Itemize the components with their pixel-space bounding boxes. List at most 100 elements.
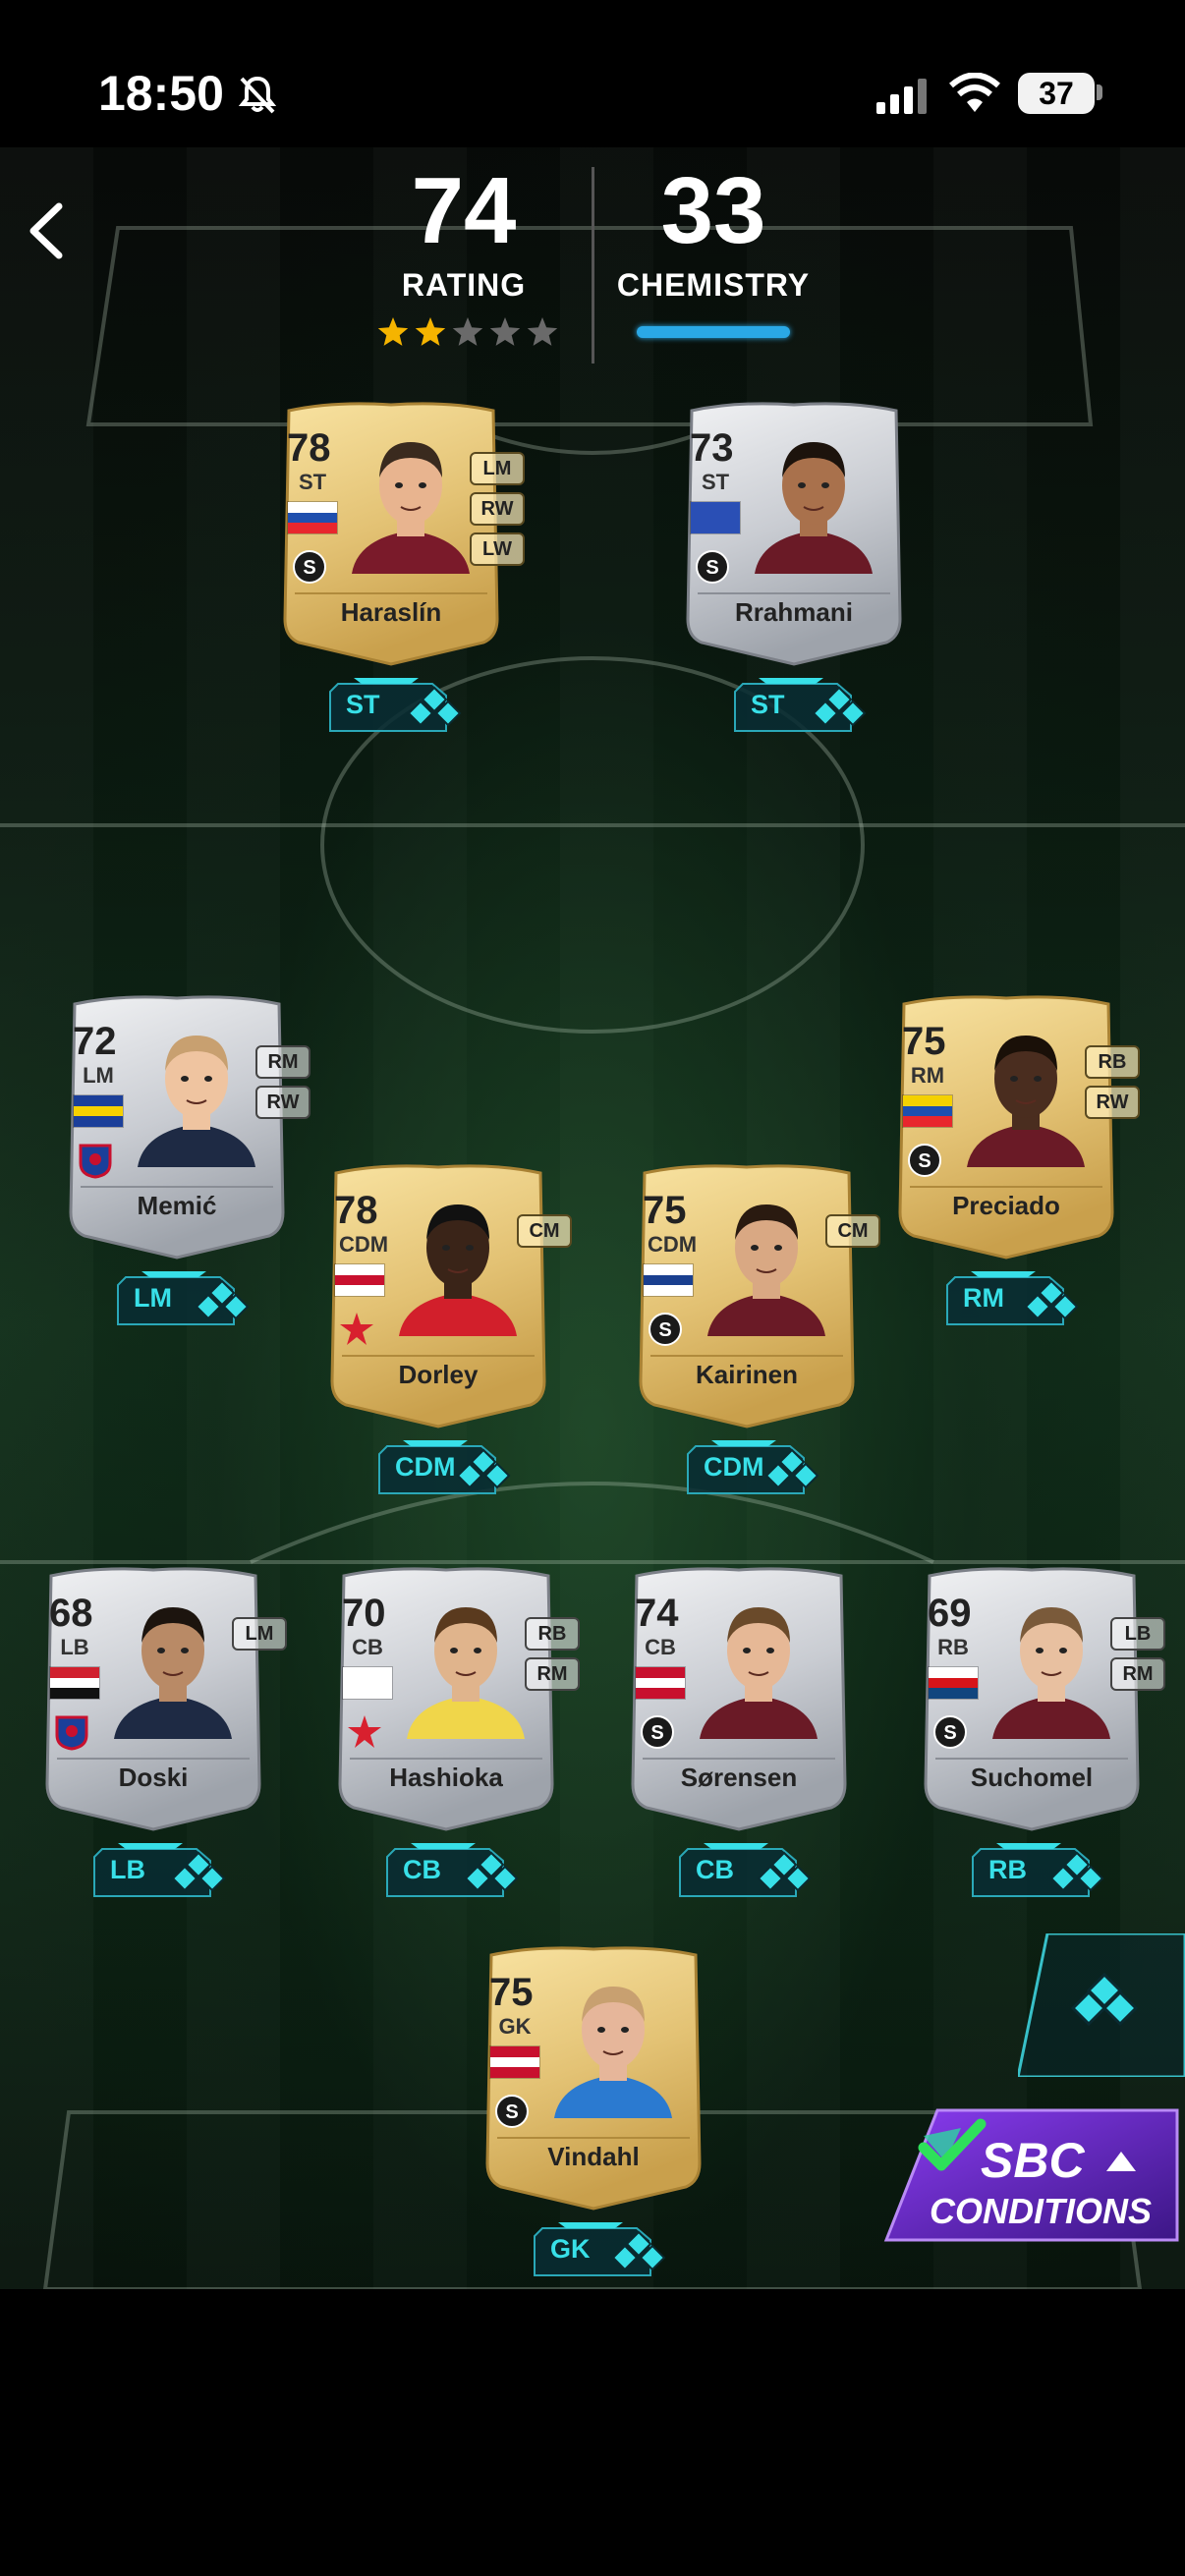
player-portrait (967, 1036, 1085, 1167)
position-chemistry-chip[interactable]: RM (941, 1269, 1089, 1332)
club-badge-icon: S (641, 1715, 674, 1749)
player-card[interactable]: 78 ST S LM RW LW Haraslín (275, 401, 525, 666)
check-icon (918, 2118, 987, 2171)
alt-position-badge: LW (470, 532, 525, 566)
nation-flag-icon (287, 501, 338, 534)
player-rating: 75 (489, 1971, 534, 2014)
chemistry-view-button[interactable] (1018, 1933, 1185, 2077)
battery-indicator: 37 (1018, 73, 1095, 114)
nation-flag-icon (690, 501, 741, 534)
cellular-signal-icon (876, 79, 927, 114)
position-slot-label: GK (550, 2234, 591, 2264)
alt-position-badge: RM (525, 1657, 580, 1691)
player-name: Suchomel (970, 1763, 1094, 1792)
player-card[interactable]: 72 LM RM RW Memić (61, 994, 310, 1260)
alt-position-badge: CM (517, 1214, 572, 1248)
player-card[interactable]: 75 CDM S CM Kairinen (631, 1163, 880, 1428)
alt-positions: RB RW (1085, 1045, 1140, 1126)
player-rating: 69 (928, 1592, 972, 1635)
position-chemistry-chip[interactable]: GK (529, 2220, 676, 2283)
player-rating: 70 (342, 1592, 386, 1635)
player-name: Sørensen (680, 1763, 798, 1792)
player-card[interactable]: 68 LB LM Doski (37, 1566, 287, 1831)
alt-position-badge: LM (470, 452, 525, 485)
star-icon (377, 317, 409, 346)
player-position: RB (937, 1635, 969, 1659)
club-badge-icon (340, 1313, 373, 1345)
chemistry-label: CHEMISTRY (616, 267, 811, 303)
alt-positions: LM (232, 1617, 287, 1657)
player-rating: 78 (334, 1189, 378, 1232)
battery-cap (1097, 84, 1102, 100)
player-portrait (755, 442, 873, 574)
header-divider (592, 167, 594, 364)
position-chemistry-chip[interactable]: ST (729, 676, 876, 739)
player-portrait (352, 442, 470, 574)
player-name: Haraslín (340, 597, 442, 627)
player-portrait (399, 1204, 517, 1336)
player-card[interactable]: 75 RM S RB RW Preciado (890, 994, 1140, 1260)
player-rating: 75 (902, 1020, 946, 1063)
position-slot-label: LB (110, 1855, 145, 1884)
position-chemistry-chip[interactable]: CDM (682, 1438, 829, 1501)
player-position: LM (83, 1063, 114, 1088)
position-chemistry-chip[interactable]: CB (381, 1841, 529, 1904)
position-chemistry-chip[interactable]: LM (112, 1269, 259, 1332)
position-chemistry-chip[interactable]: CDM (373, 1438, 521, 1501)
alt-position-badge: RM (255, 1045, 310, 1079)
position-slot-label: CDM (704, 1452, 764, 1482)
player-card[interactable]: 70 CB RB RM Hashioka (330, 1566, 580, 1831)
player-position: CB (352, 1635, 383, 1659)
player-card[interactable]: 69 RB S LB RM Suchomel (916, 1566, 1165, 1831)
nation-flag-icon (635, 1666, 686, 1700)
nation-flag-icon (643, 1263, 694, 1297)
svg-text:S: S (658, 1319, 671, 1341)
position-chemistry-chip[interactable]: LB (88, 1841, 236, 1904)
player-card[interactable]: 74 CB S Sørensen (623, 1566, 855, 1831)
alt-position-badge: RB (525, 1617, 580, 1651)
nation-flag-icon (342, 1666, 393, 1700)
position-chemistry-chip[interactable]: ST (324, 676, 472, 739)
position-slot-label: CB (696, 1855, 734, 1884)
player-portrait (707, 1204, 825, 1336)
back-arrow-icon[interactable] (18, 196, 77, 265)
star-icon (415, 317, 446, 346)
position-slot-label: CB (403, 1855, 441, 1884)
star-icon (452, 317, 483, 346)
player-portrait (114, 1607, 232, 1739)
player-card[interactable]: 75 GK S Vindahl (478, 1945, 709, 2211)
alt-position-badge: RW (470, 492, 525, 526)
player-card[interactable]: 78 CDM CM Dorley (322, 1163, 572, 1428)
alt-positions: CM (825, 1214, 880, 1255)
position-chemistry-chip[interactable]: CB (674, 1841, 821, 1904)
alt-position-badge: RM (1110, 1657, 1165, 1691)
nation-flag-icon (489, 2045, 540, 2079)
player-rating: 75 (643, 1189, 687, 1232)
player-name: Memić (137, 1191, 217, 1220)
player-name: Rrahmani (735, 597, 853, 627)
nation-flag-icon (73, 1094, 124, 1128)
club-badge-icon (55, 1715, 88, 1751)
player-position: RM (910, 1063, 945, 1088)
svg-text:S: S (943, 1722, 956, 1744)
player-card[interactable]: 73 ST S Rrahmani (678, 401, 910, 666)
rating-label: RATING (401, 267, 527, 303)
nation-flag-icon (334, 1263, 385, 1297)
alt-position-badge: RW (255, 1086, 310, 1119)
chemistry-progress-bar (637, 326, 790, 338)
bell-muted-icon (238, 76, 277, 114)
club-badge-icon: S (293, 550, 326, 584)
alt-positions: LB RM (1110, 1617, 1165, 1698)
star-icon (527, 317, 558, 346)
club-badge-icon (79, 1144, 112, 1179)
player-position: GK (498, 2014, 532, 2039)
club-badge-icon: S (908, 1144, 941, 1177)
alt-positions: LM RW LW (470, 452, 525, 573)
alt-position-badge: LM (232, 1617, 287, 1651)
position-chemistry-chip[interactable]: RB (967, 1841, 1114, 1904)
player-position: CDM (647, 1232, 698, 1257)
sbc-conditions-button[interactable]: SBC CONDITIONS (882, 2102, 1185, 2250)
alt-positions: CM (517, 1214, 572, 1255)
player-name: Kairinen (695, 1360, 799, 1389)
club-badge-icon: S (933, 1715, 967, 1749)
